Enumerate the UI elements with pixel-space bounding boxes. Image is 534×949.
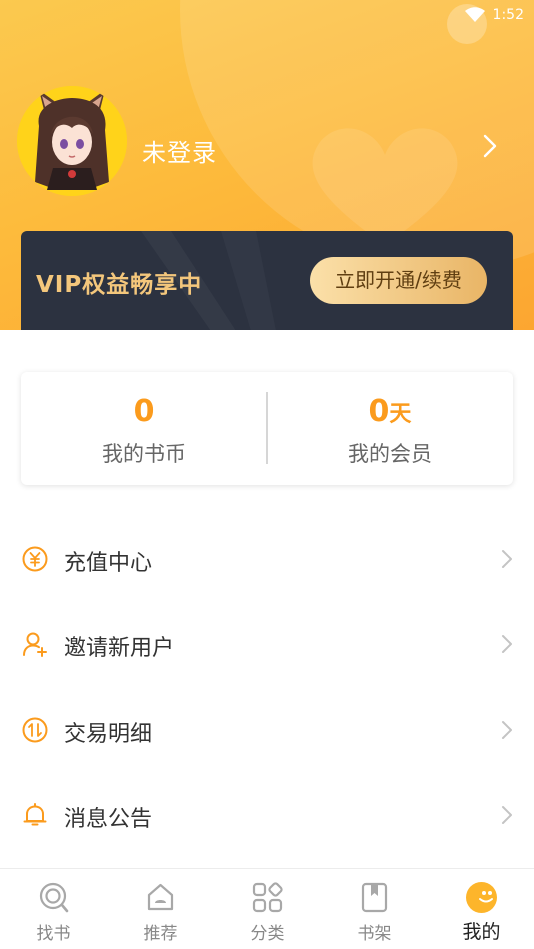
coins-value: 0	[21, 394, 267, 429]
membership-unit: 天	[389, 402, 412, 427]
membership-label: 我的会员	[348, 442, 432, 466]
anime-girl-avatar-icon	[17, 86, 127, 196]
bottom-tab-bar: 找书 推荐 分类 书架 我的	[0, 868, 534, 949]
smiley-icon	[466, 882, 497, 913]
menu-item-transactions[interactable]: 交易明细	[0, 687, 534, 773]
category-icon	[252, 882, 283, 913]
coins-label: 我的书币	[102, 442, 186, 466]
tab-label: 书架	[357, 924, 392, 944]
menu-label: 交易明细	[64, 722, 153, 747]
yuan-coin-icon	[22, 546, 48, 572]
tab-bookshelf[interactable]: 书架	[321, 869, 428, 949]
login-status[interactable]: 未登录	[142, 133, 217, 168]
membership-number: 0	[368, 394, 390, 429]
coins-number: 0	[133, 394, 155, 429]
vip-card: VIP权益畅享中 立即开通/续费	[21, 231, 513, 330]
status-bar: 1:52	[464, 4, 524, 26]
tab-label: 推荐	[143, 924, 178, 944]
recommend-icon	[147, 883, 174, 911]
status-time: 1:52	[492, 7, 524, 23]
vip-subscribe-button[interactable]: 立即开通/续费	[310, 257, 487, 304]
chevron-right-icon	[502, 721, 512, 739]
vip-title: VIP权益畅享中	[36, 272, 203, 298]
chevron-right-icon	[502, 550, 512, 568]
bookshelf-icon	[361, 882, 388, 913]
membership-value: 0天	[267, 394, 513, 429]
tab-recommend[interactable]: 推荐	[107, 869, 214, 949]
menu-label: 邀请新用户	[64, 636, 175, 661]
stats-card: 0 我的书币 0天 我的会员	[21, 372, 513, 485]
tab-label: 找书	[36, 924, 71, 944]
tab-mine[interactable]: 我的	[428, 869, 534, 949]
wifi-icon	[464, 7, 485, 22]
tab-find-books[interactable]: 找书	[0, 869, 107, 949]
profile-header: 1:52 未登录 VIP权益畅享中 立即开通/续费	[0, 0, 534, 330]
chevron-right-icon[interactable]	[480, 132, 500, 160]
menu-label: 充值中心	[64, 551, 153, 576]
chevron-right-icon	[502, 635, 512, 653]
search-book-icon	[39, 882, 69, 913]
menu-label: 消息公告	[64, 807, 153, 832]
coins-stat[interactable]: 0 我的书币	[21, 372, 267, 485]
avatar[interactable]	[17, 86, 127, 196]
menu-item-recharge[interactable]: 充值中心	[0, 516, 534, 602]
tab-label: 分类	[250, 924, 285, 944]
add-user-icon	[23, 632, 47, 657]
tab-category[interactable]: 分类	[214, 869, 321, 949]
transaction-icon	[22, 717, 48, 743]
bell-icon	[23, 803, 47, 826]
membership-stat[interactable]: 0天 我的会员	[267, 372, 513, 485]
chevron-right-icon	[502, 806, 512, 824]
menu-item-invite[interactable]: 邀请新用户	[0, 601, 534, 687]
menu-item-announcements[interactable]: 消息公告	[0, 772, 534, 858]
tab-label: 我的	[462, 921, 501, 943]
